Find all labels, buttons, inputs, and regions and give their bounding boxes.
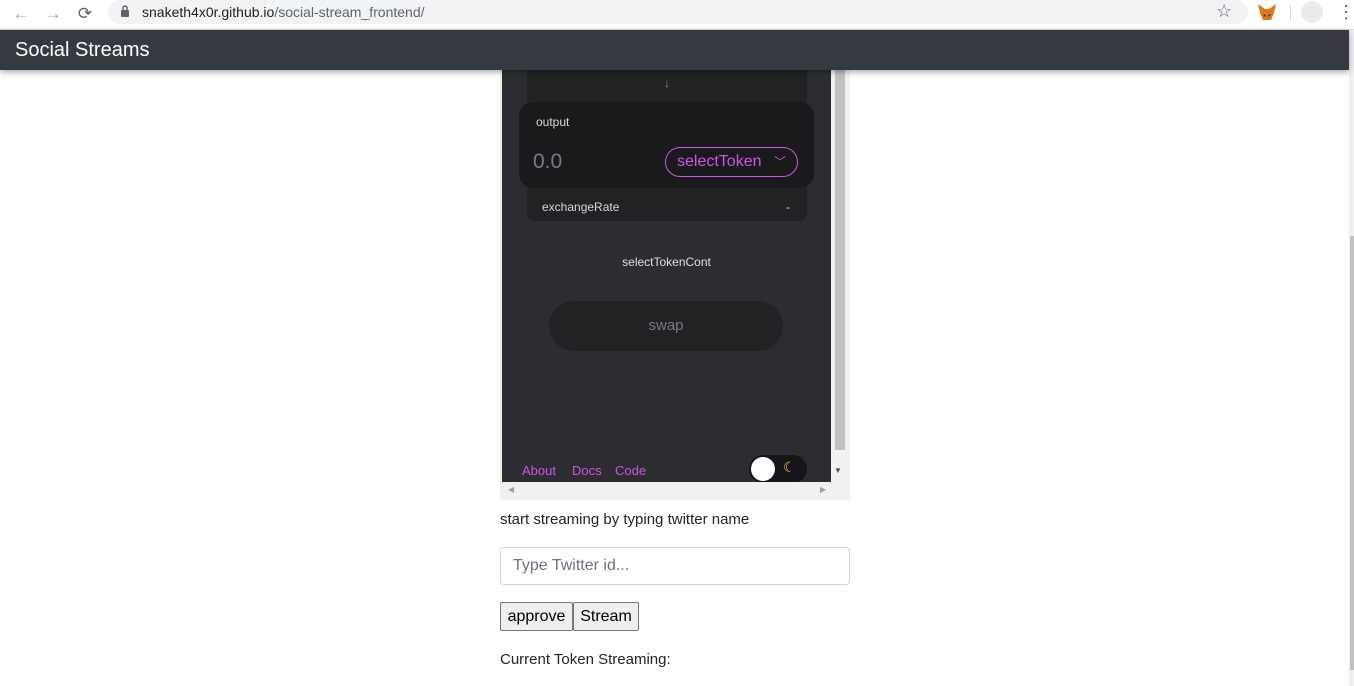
scroll-left-arrow-icon[interactable]: ◀ <box>508 485 514 494</box>
back-arrow-icon[interactable]: ← <box>10 3 32 25</box>
stream-instruction: start streaming by typing twitter name <box>500 511 750 528</box>
page-scrollbar-thumb[interactable] <box>1350 236 1354 670</box>
exchange-rate-label: exchangeRate <box>542 200 620 214</box>
stream-button[interactable]: Stream <box>573 602 639 631</box>
select-token-button[interactable]: selectToken ﹀ <box>665 147 798 177</box>
forward-arrow-icon[interactable]: → <box>42 3 64 25</box>
swap-button[interactable]: swap <box>549 301 783 351</box>
footer-link-about[interactable]: About <box>522 463 556 478</box>
toggle-knob <box>751 457 775 481</box>
arrow-down-icon[interactable]: ↓ <box>527 76 807 90</box>
profile-avatar[interactable] <box>1301 1 1323 23</box>
bookmark-star-icon[interactable]: ☆ <box>1216 1 1232 22</box>
approve-button[interactable]: approve <box>500 602 573 631</box>
toolbar-divider <box>1290 5 1291 21</box>
brand-title[interactable]: Social Streams <box>15 39 150 62</box>
frame-horizontal-scrollbar[interactable]: ◀ ▶ <box>502 482 831 498</box>
footer-link-code[interactable]: Code <box>615 463 646 478</box>
exchange-rate-value: - <box>786 200 790 214</box>
swap-widget-frame: ↓ output 0.0 selectToken ﹀ exchangeRate … <box>500 70 850 500</box>
chevron-down-icon: ﹀ <box>773 155 786 169</box>
output-box: output 0.0 selectToken ﹀ <box>519 102 814 188</box>
moon-icon: ☾ <box>783 459 796 475</box>
url-path: /social-stream_frontend/ <box>274 4 425 20</box>
select-token-label: selectToken <box>677 153 762 170</box>
url-host: snaketh4x0r.github.io <box>142 4 275 20</box>
scroll-down-arrow-icon[interactable]: ▼ <box>834 466 842 475</box>
lock-icon <box>121 5 129 17</box>
output-amount[interactable]: 0.0 <box>533 150 562 174</box>
frame-scrollbar-thumb[interactable] <box>835 70 845 450</box>
swap-widget: ↓ output 0.0 selectToken ﹀ exchangeRate … <box>502 70 831 482</box>
theme-toggle[interactable]: ☾ <box>749 455 807 482</box>
kebab-menu-icon[interactable]: ⋮ <box>1337 2 1354 23</box>
twitter-id-input[interactable] <box>500 547 850 585</box>
output-label: output <box>536 115 570 129</box>
app-navbar: Social Streams <box>0 30 1349 70</box>
reload-icon[interactable]: ⟳ <box>74 3 96 25</box>
select-token-cont-text: selectTokenCont <box>622 255 711 269</box>
metamask-fox-icon[interactable] <box>1257 3 1277 21</box>
current-token-streaming: Current Token Streaming: <box>500 651 671 668</box>
frame-vertical-scrollbar[interactable]: ▼ <box>831 70 848 482</box>
footer-link-docs[interactable]: Docs <box>572 463 602 478</box>
browser-toolbar: ← → ⟳ snaketh4x0r.github.io/social-strea… <box>0 0 1354 30</box>
url-text: snaketh4x0r.github.io/social-stream_fron… <box>142 4 425 20</box>
scroll-right-arrow-icon[interactable]: ▶ <box>820 485 826 494</box>
address-bar[interactable]: snaketh4x0r.github.io/social-stream_fron… <box>108 0 1248 24</box>
